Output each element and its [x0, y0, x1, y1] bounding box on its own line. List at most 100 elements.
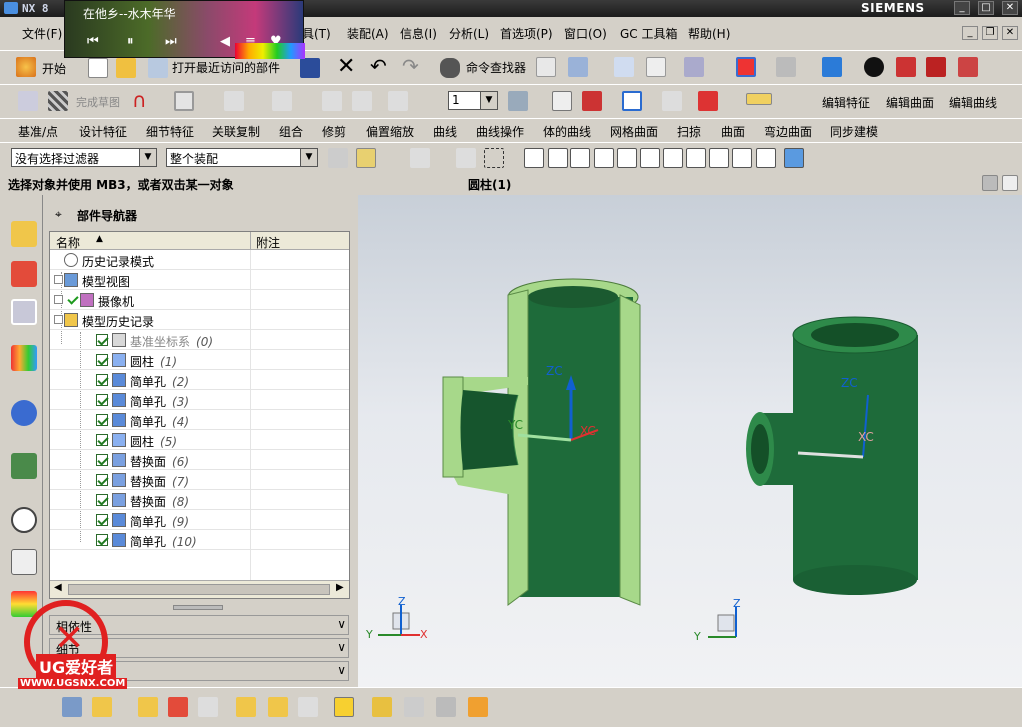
- tree-row[interactable]: 历史记录模式: [50, 250, 349, 270]
- rectangle-icon[interactable]: [174, 91, 194, 111]
- snap-face-icon[interactable]: [756, 148, 776, 168]
- shaded-icon[interactable]: [822, 57, 842, 77]
- web-browser-icon[interactable]: [11, 400, 37, 426]
- assembly-navigator-icon[interactable]: [11, 221, 37, 247]
- open-folder-icon[interactable]: [116, 58, 136, 78]
- pause-icon[interactable]: ⏸: [127, 34, 134, 49]
- menu-sweep[interactable]: 扫掠: [677, 123, 701, 140]
- menu-file[interactable]: 文件(F): [22, 25, 62, 42]
- menu-trim[interactable]: 修剪: [322, 123, 346, 140]
- snap-mid-icon[interactable]: [570, 148, 590, 168]
- recent-parts-icon[interactable]: [148, 58, 168, 78]
- visibility-checkbox[interactable]: [96, 474, 108, 486]
- menu-combine[interactable]: 组合: [279, 123, 303, 140]
- reposition-icon[interactable]: [198, 697, 218, 717]
- visibility-checkbox[interactable]: [96, 414, 108, 426]
- new-file-icon[interactable]: [88, 58, 108, 78]
- view-orient-icon[interactable]: [864, 57, 884, 77]
- tree-row[interactable]: 简单孔 (3): [50, 390, 349, 410]
- top-view-icon[interactable]: [926, 57, 946, 77]
- finish-sketch-icon[interactable]: [48, 91, 68, 111]
- measure-icon[interactable]: [746, 93, 772, 105]
- tree-row[interactable]: 简单孔 (9): [50, 510, 349, 530]
- menu-associative-copy[interactable]: 关联复制: [212, 123, 260, 140]
- doc-restore-button[interactable]: ❐: [982, 26, 998, 40]
- tree-row[interactable]: 简单孔 (2): [50, 370, 349, 390]
- part-navigator-icon[interactable]: [11, 299, 37, 325]
- point-icon[interactable]: [552, 91, 572, 111]
- previous-icon[interactable]: ⏮: [87, 34, 99, 49]
- tree-row[interactable]: 圆柱 (1): [50, 350, 349, 370]
- visibility-checkbox[interactable]: [96, 514, 108, 526]
- collapse-icon[interactable]: [54, 315, 63, 324]
- offset-curve-icon[interactable]: [322, 91, 342, 111]
- dimension-icon[interactable]: [388, 91, 408, 111]
- menu-datum[interactable]: 基准/点: [18, 123, 58, 140]
- snap-end-icon[interactable]: [548, 148, 568, 168]
- filter-reset-icon[interactable]: [328, 148, 348, 168]
- orient-icon[interactable]: [568, 57, 588, 77]
- tree-row[interactable]: 替换面 (6): [50, 450, 349, 470]
- layer-settings-icon[interactable]: [508, 91, 528, 111]
- menu-sync-modeling[interactable]: 同步建模: [830, 123, 878, 140]
- menu-preferences[interactable]: 首选项(P): [500, 25, 553, 42]
- maximize-button[interactable]: □: [978, 1, 994, 15]
- start-icon[interactable]: [16, 57, 36, 77]
- wave-icon[interactable]: [372, 697, 392, 717]
- type-filter-select[interactable]: 没有选择过滤器 ▼: [11, 148, 157, 167]
- selection-scope-select[interactable]: 整个装配 ▼: [166, 148, 318, 167]
- menu-help[interactable]: 帮助(H): [688, 25, 730, 42]
- info-icon[interactable]: [684, 57, 704, 77]
- right-view-icon[interactable]: [958, 57, 978, 77]
- doc-minimize-button[interactable]: _: [962, 26, 978, 40]
- array-icon[interactable]: [236, 697, 256, 717]
- assembly-tool-icon[interactable]: [62, 697, 82, 717]
- menu-assembly[interactable]: 装配(A): [347, 25, 389, 42]
- menu-gc-toolbox[interactable]: GC 工具箱: [620, 25, 678, 42]
- process-studio-icon[interactable]: [11, 549, 37, 575]
- cloning-icon[interactable]: [404, 697, 424, 717]
- minimize-button[interactable]: _: [954, 1, 970, 15]
- command-finder-button[interactable]: 命令查找器: [466, 59, 526, 76]
- mirror-assembly-icon[interactable]: [268, 697, 288, 717]
- snap-on-curve-icon[interactable]: [732, 148, 752, 168]
- history-icon[interactable]: [11, 453, 37, 479]
- edit-object-icon[interactable]: [662, 91, 682, 111]
- menu-design-feature[interactable]: 设计特征: [79, 123, 127, 140]
- front-view-icon[interactable]: [896, 57, 916, 77]
- snap-center-icon[interactable]: [663, 148, 683, 168]
- mirror-icon[interactable]: [352, 91, 372, 111]
- tree-row[interactable]: 模型历史记录: [50, 310, 349, 330]
- edit-curve-button[interactable]: 编辑曲线: [949, 94, 997, 111]
- menu-surface[interactable]: 曲面: [721, 123, 745, 140]
- select-body-icon[interactable]: [410, 148, 430, 168]
- undo-icon[interactable]: ↶: [370, 54, 387, 78]
- scroll-left-icon[interactable]: ◀: [54, 582, 62, 593]
- save-icon[interactable]: [300, 58, 320, 78]
- render-style-icon[interactable]: [776, 57, 796, 77]
- visibility-checkbox[interactable]: [96, 394, 108, 406]
- cut-icon[interactable]: ✕: [337, 54, 355, 79]
- product-outline-icon[interactable]: [436, 697, 456, 717]
- start-button[interactable]: 开始: [42, 60, 66, 77]
- menu-flange-surface[interactable]: 弯边曲面: [764, 123, 812, 140]
- add-component-icon[interactable]: [92, 697, 112, 717]
- splitter-handle[interactable]: [173, 605, 223, 610]
- mate-icon[interactable]: [168, 697, 188, 717]
- constraint-icon[interactable]: [224, 91, 244, 111]
- transform-icon[interactable]: [698, 91, 718, 111]
- tree-row[interactable]: 简单孔 (10): [50, 530, 349, 550]
- visibility-checkbox[interactable]: [96, 334, 108, 346]
- tree-row[interactable]: 替换面 (7): [50, 470, 349, 490]
- status-pin-icon[interactable]: [982, 175, 998, 191]
- selection-priority-icon[interactable]: [356, 148, 376, 168]
- horizontal-scrollbar[interactable]: ◀ ▶: [50, 580, 349, 598]
- new-component-icon[interactable]: [138, 697, 158, 717]
- scroll-thumb[interactable]: [68, 584, 330, 595]
- profile-icon[interactable]: ∩: [132, 88, 147, 112]
- tree-row[interactable]: 替换面 (8): [50, 490, 349, 510]
- menu-body-curve[interactable]: 体的曲线: [543, 123, 591, 140]
- snap-line-icon[interactable]: [594, 148, 614, 168]
- menu-info[interactable]: 信息(I): [400, 25, 437, 42]
- visibility-checkbox[interactable]: [96, 534, 108, 546]
